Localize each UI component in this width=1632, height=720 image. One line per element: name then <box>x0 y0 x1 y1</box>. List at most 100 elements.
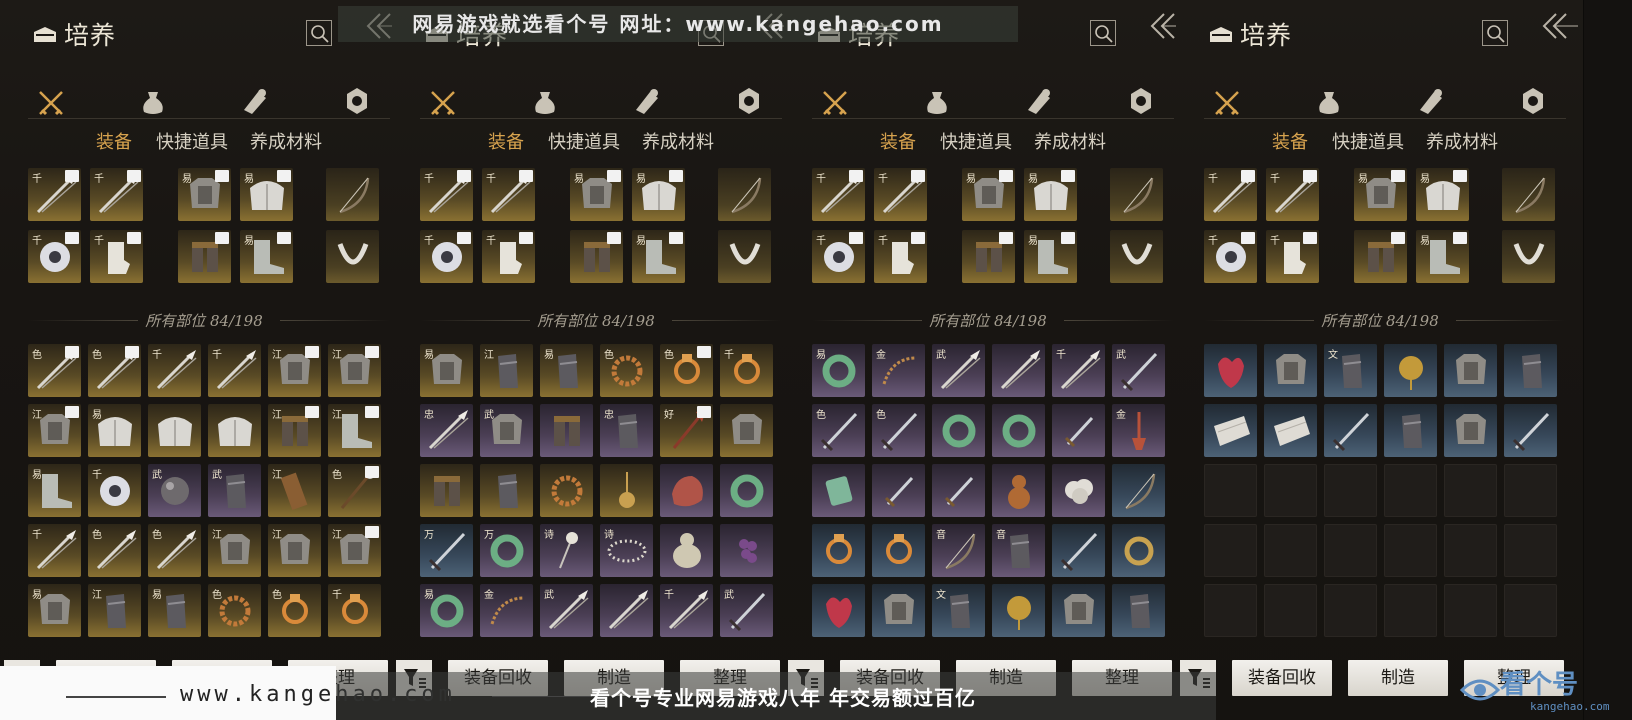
inventory-item[interactable] <box>1052 524 1105 577</box>
inventory-item[interactable] <box>1112 524 1165 577</box>
inventory-item[interactable]: 色 <box>328 464 381 517</box>
inventory-item[interactable]: 江 <box>28 404 81 457</box>
inventory-item[interactable]: 江 <box>480 344 533 397</box>
equipped-slot[interactable] <box>718 230 771 283</box>
equipped-slot[interactable]: 易 <box>178 168 231 221</box>
category-items[interactable] <box>1314 84 1344 118</box>
inventory-item[interactable]: 江 <box>328 344 381 397</box>
inventory-item[interactable]: 金 <box>480 584 533 637</box>
inventory-item[interactable] <box>148 404 201 457</box>
inventory-item[interactable]: 文 <box>932 584 985 637</box>
inventory-item[interactable]: 万 <box>480 524 533 577</box>
equipped-slot[interactable]: 易 <box>240 230 293 283</box>
inventory-item[interactable]: 江 <box>88 584 141 637</box>
equipped-slot[interactable] <box>570 230 623 283</box>
inventory-item[interactable]: 音 <box>932 524 985 577</box>
tab-materials[interactable]: 养成材料 <box>1426 128 1498 154</box>
tab-materials[interactable]: 养成材料 <box>250 128 322 154</box>
inventory-item[interactable]: 色 <box>208 584 261 637</box>
inventory-item[interactable]: 易 <box>420 584 473 637</box>
inventory-item[interactable]: 易 <box>28 464 81 517</box>
inventory-item[interactable]: 千 <box>28 524 81 577</box>
equipped-slot[interactable]: 易 <box>962 168 1015 221</box>
inventory-item[interactable]: 色 <box>600 344 653 397</box>
inventory-item[interactable] <box>660 524 713 577</box>
inventory-item[interactable] <box>1112 464 1165 517</box>
tab-quick-items[interactable]: 快捷道具 <box>1332 128 1404 154</box>
inventory-item[interactable] <box>540 404 593 457</box>
equipped-slot[interactable]: 易 <box>1354 168 1407 221</box>
equipped-slot[interactable]: 易 <box>570 168 623 221</box>
inventory-item[interactable] <box>1264 404 1317 457</box>
inventory-item[interactable] <box>1324 404 1377 457</box>
inventory-item[interactable]: 武 <box>540 584 593 637</box>
equipped-slot[interactable]: 千 <box>28 230 81 283</box>
inventory-item[interactable]: 江 <box>268 524 321 577</box>
inventory-item[interactable] <box>1504 344 1557 397</box>
inventory-item[interactable] <box>720 404 773 457</box>
inventory-item[interactable]: 千 <box>660 584 713 637</box>
inventory-item[interactable]: 好 <box>660 404 713 457</box>
inventory-item[interactable]: 武 <box>480 404 533 457</box>
inventory-item[interactable]: 色 <box>88 344 141 397</box>
inventory-item[interactable] <box>932 464 985 517</box>
tab-quick-items[interactable]: 快捷道具 <box>940 128 1012 154</box>
inventory-item[interactable] <box>480 464 533 517</box>
equipped-slot[interactable]: 千 <box>874 230 927 283</box>
equipped-slot[interactable]: 千 <box>1204 168 1257 221</box>
inventory-item[interactable] <box>872 464 925 517</box>
category-items[interactable] <box>922 84 952 118</box>
inventory-item[interactable]: 色 <box>660 344 713 397</box>
inventory-item[interactable] <box>1204 344 1257 397</box>
tab-equipment[interactable]: 装备 <box>96 128 132 154</box>
inventory-item[interactable] <box>600 464 653 517</box>
equipped-slot[interactable]: 千 <box>1266 230 1319 283</box>
equipped-slot[interactable] <box>1110 230 1163 283</box>
inventory-item[interactable]: 忠 <box>420 404 473 457</box>
equipped-slot[interactable] <box>1110 168 1163 221</box>
inventory-item[interactable]: 诗 <box>600 524 653 577</box>
equipped-slot[interactable]: 千 <box>90 230 143 283</box>
craft-button[interactable]: 制造 <box>1348 660 1448 696</box>
inventory-item[interactable] <box>812 584 865 637</box>
inventory-item[interactable] <box>992 344 1045 397</box>
tab-materials[interactable]: 养成材料 <box>1034 128 1106 154</box>
inventory-item[interactable]: 色 <box>812 404 865 457</box>
inventory-item[interactable] <box>1444 404 1497 457</box>
equipped-slot[interactable] <box>178 230 231 283</box>
equipped-slot[interactable]: 千 <box>482 230 535 283</box>
inventory-item[interactable]: 色 <box>28 344 81 397</box>
tab-equipment[interactable]: 装备 <box>1272 128 1308 154</box>
inventory-item[interactable] <box>1384 404 1437 457</box>
equipped-slot[interactable] <box>718 168 771 221</box>
inventory-item[interactable]: 千 <box>208 344 261 397</box>
equipped-slot[interactable]: 易 <box>1024 168 1077 221</box>
category-materials[interactable] <box>1416 84 1446 118</box>
equipped-slot[interactable]: 千 <box>812 168 865 221</box>
tab-quick-items[interactable]: 快捷道具 <box>548 128 620 154</box>
equipped-slot[interactable]: 易 <box>632 168 685 221</box>
inventory-item[interactable] <box>1052 404 1105 457</box>
inventory-item[interactable]: 易 <box>540 344 593 397</box>
search-button[interactable] <box>1090 20 1116 46</box>
category-equipment[interactable] <box>428 84 458 118</box>
inventory-item[interactable] <box>1384 344 1437 397</box>
equipped-slot[interactable]: 千 <box>1266 168 1319 221</box>
inventory-item[interactable] <box>992 404 1045 457</box>
inventory-item[interactable]: 文 <box>1324 344 1377 397</box>
equipped-slot[interactable]: 千 <box>482 168 535 221</box>
equipped-slot[interactable]: 易 <box>632 230 685 283</box>
category-items[interactable] <box>138 84 168 118</box>
category-special[interactable] <box>1518 84 1548 118</box>
category-equipment[interactable] <box>36 84 66 118</box>
category-items[interactable] <box>530 84 560 118</box>
inventory-item[interactable] <box>720 524 773 577</box>
equipped-slot[interactable] <box>326 168 379 221</box>
inventory-item[interactable]: 色 <box>148 524 201 577</box>
inventory-item[interactable] <box>992 464 1045 517</box>
inventory-item[interactable]: 江 <box>208 524 261 577</box>
inventory-item[interactable] <box>660 464 713 517</box>
inventory-item[interactable]: 金 <box>1112 404 1165 457</box>
equipped-slot[interactable]: 易 <box>1024 230 1077 283</box>
equipped-slot[interactable]: 千 <box>420 230 473 283</box>
